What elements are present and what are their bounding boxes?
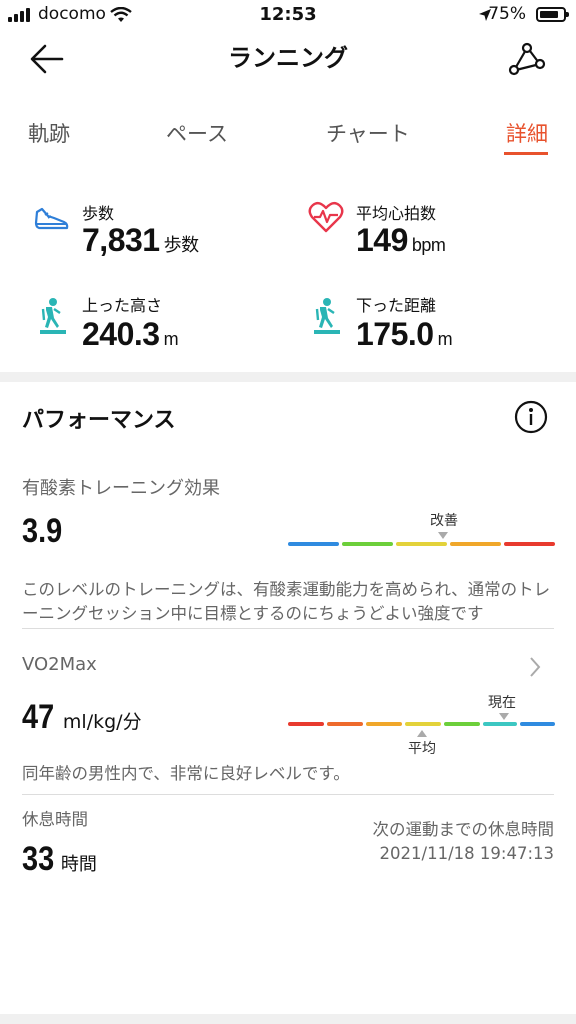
rest-time-value: 33 bbox=[22, 840, 55, 878]
rest-time-label: 休息時間 bbox=[22, 810, 88, 829]
vo2max-label: VO2Max bbox=[22, 654, 97, 675]
vo2max-bar-segment bbox=[405, 722, 441, 726]
vo2max-value: 47 bbox=[22, 698, 55, 736]
heart-rate-icon bbox=[308, 201, 344, 233]
tab-chart[interactable]: チャート bbox=[326, 118, 410, 148]
aerobic-bar-segment bbox=[288, 542, 339, 546]
ascent-label: 上った高さ bbox=[82, 296, 163, 315]
tab-track[interactable]: 軌跡 bbox=[28, 118, 70, 148]
vo2max-bar-segment bbox=[520, 722, 555, 726]
section-divider bbox=[0, 1014, 576, 1024]
battery-icon bbox=[536, 7, 569, 22]
shoe-icon bbox=[34, 207, 69, 230]
vo2max-bar-segment bbox=[288, 722, 324, 726]
rest-time-unit: 時間 bbox=[60, 854, 97, 875]
descent-label: 下った距離 bbox=[356, 296, 437, 315]
battery-percent: 75% bbox=[488, 4, 526, 24]
heart-rate-label: 平均心拍数 bbox=[356, 204, 437, 223]
tab-details[interactable]: 詳細 bbox=[506, 118, 548, 148]
aerobic-effect-value: 3.9 bbox=[22, 512, 63, 550]
vo2max-bar-segment bbox=[483, 722, 517, 726]
steps-unit: 歩数 bbox=[163, 235, 200, 255]
rest-time-value-row: 33 時間 bbox=[22, 840, 97, 879]
aerobic-description: このレベルのトレーニングは、有酸素運動能力を高められ、通常のトレーニングセッショ… bbox=[22, 580, 551, 623]
aerobic-marker-label: 改善 bbox=[430, 513, 458, 529]
section-divider bbox=[0, 372, 576, 382]
chevron-right-icon[interactable] bbox=[528, 656, 542, 678]
vo2max-bar-segment bbox=[327, 722, 363, 726]
aerobic-bar-segment bbox=[450, 542, 501, 546]
vo2max-bar-segment bbox=[366, 722, 402, 726]
vo2max-value-row: 47 ml/kg/分 bbox=[22, 698, 142, 737]
aerobic-bar-segment bbox=[396, 542, 447, 546]
tab-pace[interactable]: ペース bbox=[166, 118, 228, 148]
vo2max-current-label: 現在 bbox=[488, 695, 516, 711]
info-icon[interactable] bbox=[514, 400, 548, 434]
aerobic-bar-segment bbox=[342, 542, 393, 546]
page-title: ランニング bbox=[228, 44, 348, 72]
row-divider bbox=[22, 628, 554, 629]
aerobic-marker-icon bbox=[438, 532, 448, 539]
row-divider bbox=[22, 794, 554, 795]
next-exercise-time: 2021/11/18 19:47:13 bbox=[379, 844, 554, 863]
descent-unit: m bbox=[437, 329, 453, 349]
next-exercise-label: 次の運動までの休息時間 bbox=[372, 820, 555, 839]
vo2max-average-label: 平均 bbox=[408, 741, 436, 757]
descent-value: 175.0 m bbox=[356, 316, 453, 352]
steps-value: 7,831 歩数 bbox=[82, 222, 200, 258]
vo2max-description: 同年齢の男性内で、非常に良好レベルです。 bbox=[22, 764, 350, 783]
hiker-icon bbox=[40, 298, 66, 334]
steps-label: 歩数 bbox=[82, 204, 115, 223]
vo2max-bar-segment bbox=[444, 722, 480, 726]
heart-rate-value: 149 bpm bbox=[356, 222, 446, 258]
share-route-icon[interactable] bbox=[508, 42, 546, 76]
vo2max-unit: ml/kg/分 bbox=[62, 711, 142, 733]
aerobic-effect-label: 有酸素トレーニング効果 bbox=[22, 478, 220, 499]
aerobic-bar-segment bbox=[504, 542, 555, 546]
ascent-unit: m bbox=[163, 329, 179, 349]
hiker-icon bbox=[314, 298, 340, 334]
tab-bar: 軌跡 ペース チャート 詳細 bbox=[0, 118, 576, 158]
performance-title: パフォーマンス bbox=[22, 408, 176, 433]
ascent-value: 240.3 m bbox=[82, 316, 179, 352]
status-bar: docomo 12:53 75% bbox=[0, 0, 576, 30]
heart-rate-unit: bpm bbox=[411, 235, 446, 255]
active-tab-indicator bbox=[504, 152, 548, 155]
vo2max-current-marker-icon bbox=[499, 713, 509, 720]
vo2max-average-marker-icon bbox=[417, 730, 427, 737]
